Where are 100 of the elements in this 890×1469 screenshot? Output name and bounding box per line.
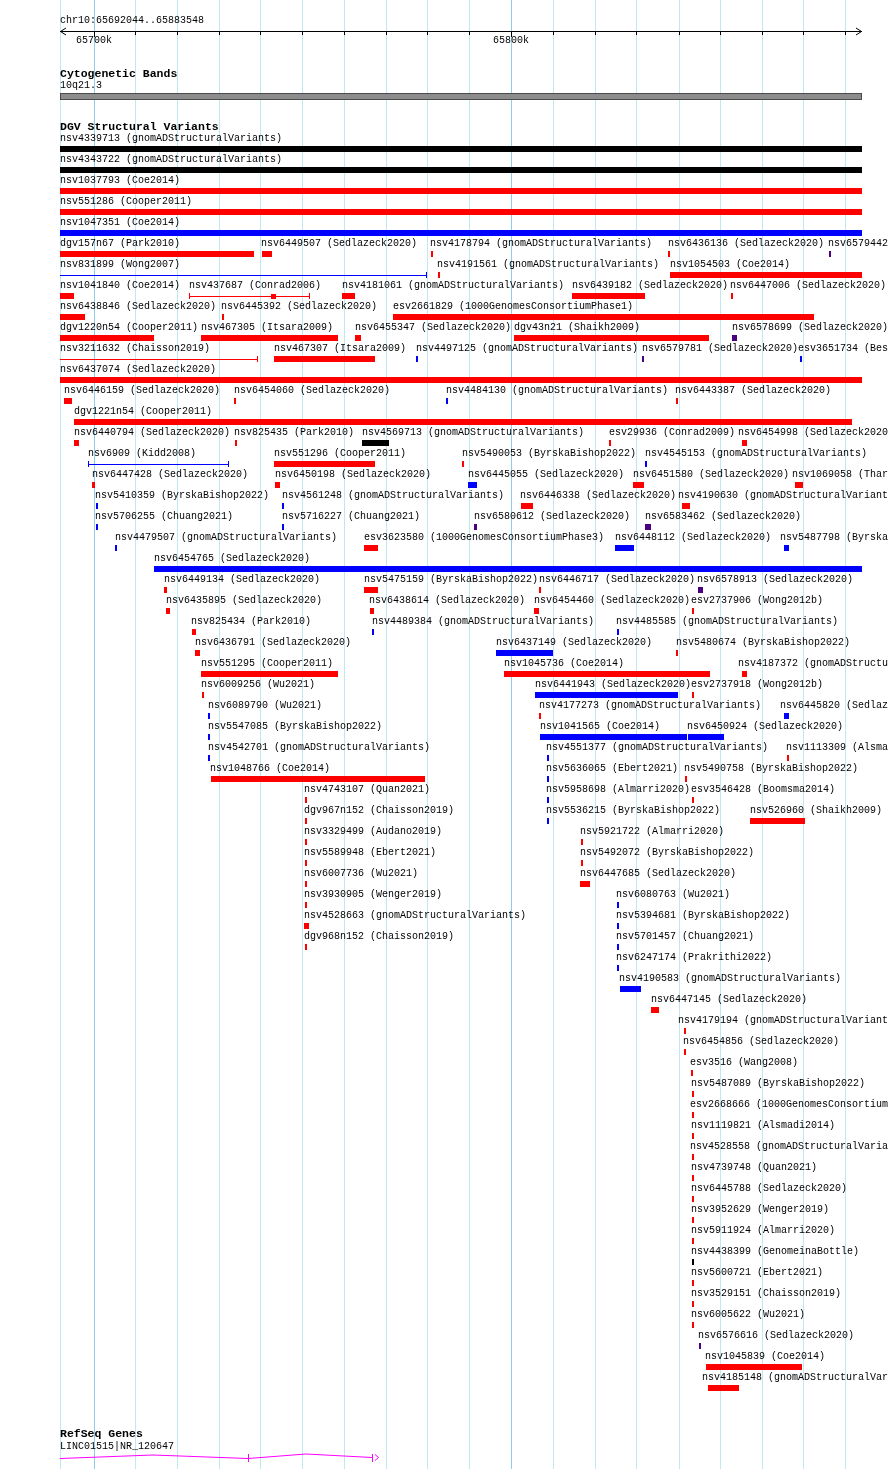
variant-label: nsv6009256 (Wu2021) <box>201 679 316 691</box>
variant-bar[interactable] <box>504 671 710 677</box>
variant-bar[interactable] <box>274 461 375 467</box>
variant-label: nsv6089790 (Wu2021) <box>208 700 323 712</box>
variant-bar[interactable] <box>362 440 389 446</box>
variant-label: nsv6005622 (Wu2021) <box>691 1309 806 1321</box>
variant-bar[interactable] <box>274 356 375 362</box>
variant-label: nsv4484130 (gnomADStructuralVariants) <box>446 385 669 397</box>
variant-bar[interactable] <box>393 314 814 320</box>
variant-bar[interactable] <box>364 545 378 551</box>
variant-bar[interactable] <box>580 881 590 887</box>
variant-bar[interactable] <box>645 524 651 530</box>
variant-bar[interactable] <box>742 440 747 446</box>
variant-label: nsv6450924 (Sedlazeck2020) <box>687 721 844 733</box>
variant-span[interactable] <box>88 461 229 467</box>
variant-span[interactable] <box>60 356 258 362</box>
variant-label: nsv4181061 (gnomADStructuralVariants) <box>342 280 565 292</box>
variant-bar[interactable] <box>60 188 862 194</box>
variant-label: nsv4177273 (gnomADStructuralVariants) <box>539 700 762 712</box>
variant-label: nsv6445392 (Sedlazeck2020) <box>221 301 378 313</box>
variant-bar[interactable] <box>514 335 709 341</box>
variant-bar[interactable] <box>620 986 641 992</box>
variant-label: nsv6440794 (Sedlazeck2020) <box>74 427 231 439</box>
variant-label: nsv6578699 (Sedlazeck2020) <box>732 322 889 334</box>
variant-bar[interactable] <box>572 293 645 299</box>
variant-bar[interactable] <box>521 503 533 509</box>
variant-label: nsv5600721 (Ebert2021) <box>691 1267 824 1279</box>
variant-bar[interactable] <box>60 251 254 257</box>
variant-label: nsv6454856 (Sedlazeck2020) <box>683 1036 840 1048</box>
variant-bar[interactable] <box>670 272 862 278</box>
variant-bar[interactable] <box>474 524 477 530</box>
variant-bar[interactable] <box>633 482 644 488</box>
variant-bar[interactable] <box>795 482 803 488</box>
variant-bar[interactable] <box>688 734 724 740</box>
variant-bar[interactable] <box>64 398 72 404</box>
variant-span[interactable] <box>60 272 427 278</box>
variant-bar[interactable] <box>262 251 272 257</box>
variant-bar[interactable] <box>166 608 170 614</box>
cytoband-bar[interactable] <box>60 93 862 100</box>
gene-model[interactable] <box>59 1453 379 1463</box>
variant-label: esv3651734 (Bes <box>798 343 888 355</box>
variant-label: nsv1048766 (Coe2014) <box>210 763 331 775</box>
variant-bar[interactable] <box>60 209 862 215</box>
variant-bar[interactable] <box>275 482 280 488</box>
variant-bar[interactable] <box>60 230 862 236</box>
variant-label: nsv6445055 (Sedlazeck2020) <box>468 469 625 481</box>
variant-bar[interactable] <box>651 1007 659 1013</box>
variant-bar[interactable] <box>535 692 678 698</box>
variant-label: nsv6436136 (Sedlazeck2020) <box>668 238 825 250</box>
variant-bar[interactable] <box>92 482 95 488</box>
variant-bar[interactable] <box>211 776 425 782</box>
variant-bar[interactable] <box>784 545 789 551</box>
variant-bar[interactable] <box>615 545 634 551</box>
variant-label: nsv6454765 (Sedlazeck2020) <box>154 553 311 565</box>
variant-bar[interactable] <box>304 923 309 929</box>
variant-bar[interactable] <box>195 650 200 656</box>
variant-label: nsv5589948 (Ebert2021) <box>304 847 437 859</box>
variant-bar[interactable] <box>60 146 862 152</box>
variant-bar[interactable] <box>74 440 79 446</box>
variant-bar[interactable] <box>750 818 805 824</box>
variant-bar[interactable] <box>534 608 539 614</box>
variant-label: nsv4479507 (gnomADStructuralVariants) <box>115 532 338 544</box>
variant-bar[interactable] <box>364 587 378 593</box>
variant-bar[interactable] <box>698 587 703 593</box>
variant-bar[interactable] <box>708 1385 739 1391</box>
variant-bar[interactable] <box>468 482 477 488</box>
variant-bar[interactable] <box>74 419 852 425</box>
variant-span[interactable] <box>189 293 310 299</box>
variant-bar[interactable] <box>60 314 85 320</box>
variant-bar[interactable] <box>370 608 374 614</box>
variant-label: nsv6446338 (Sedlazeck2020) <box>520 490 677 502</box>
variant-bar[interactable] <box>706 1364 802 1370</box>
variant-bar[interactable] <box>355 335 361 341</box>
variant-label: esv2737918 (Wong2012b) <box>691 679 824 691</box>
variant-bar[interactable] <box>60 377 862 383</box>
variant-bar[interactable] <box>60 335 154 341</box>
variant-bar[interactable] <box>540 734 687 740</box>
variant-label: esv2737906 (Wong2012b) <box>691 595 824 607</box>
variant-label: nsv3211632 (Chaisson2019) <box>60 343 211 355</box>
variant-label: nsv5490053 (ByrskaBishop2022) <box>462 448 637 460</box>
variant-bar[interactable] <box>60 293 74 299</box>
variant-bar[interactable] <box>154 566 862 572</box>
variant-label: nsv6454998 (Sedlazeck2020 <box>738 427 889 439</box>
variant-label: nsv3952629 (Wenger2019) <box>691 1204 830 1216</box>
variant-label: dgv1221n54 (Cooper2011) <box>74 406 213 418</box>
variant-label: nsv4485585 (gnomADStructuralVariants) <box>616 616 839 628</box>
variant-bar[interactable] <box>201 671 338 677</box>
variant-bar[interactable] <box>192 629 196 635</box>
variant-bar[interactable] <box>732 335 737 341</box>
variant-bar[interactable] <box>164 587 167 593</box>
variant-label: esv3623580 (1000GenomesConsortiumPhase3) <box>364 532 605 544</box>
variant-bar[interactable] <box>742 671 747 677</box>
variant-bar[interactable] <box>201 335 338 341</box>
variant-bar[interactable] <box>342 293 355 299</box>
variant-label: nsv5701457 (Chuang2021) <box>616 931 755 943</box>
variant-label: nsv6447685 (Sedlazeck2020) <box>580 868 737 880</box>
variant-bar[interactable] <box>682 503 690 509</box>
variant-bar[interactable] <box>496 650 553 656</box>
variant-bar[interactable] <box>784 713 789 719</box>
variant-bar[interactable] <box>60 167 862 173</box>
